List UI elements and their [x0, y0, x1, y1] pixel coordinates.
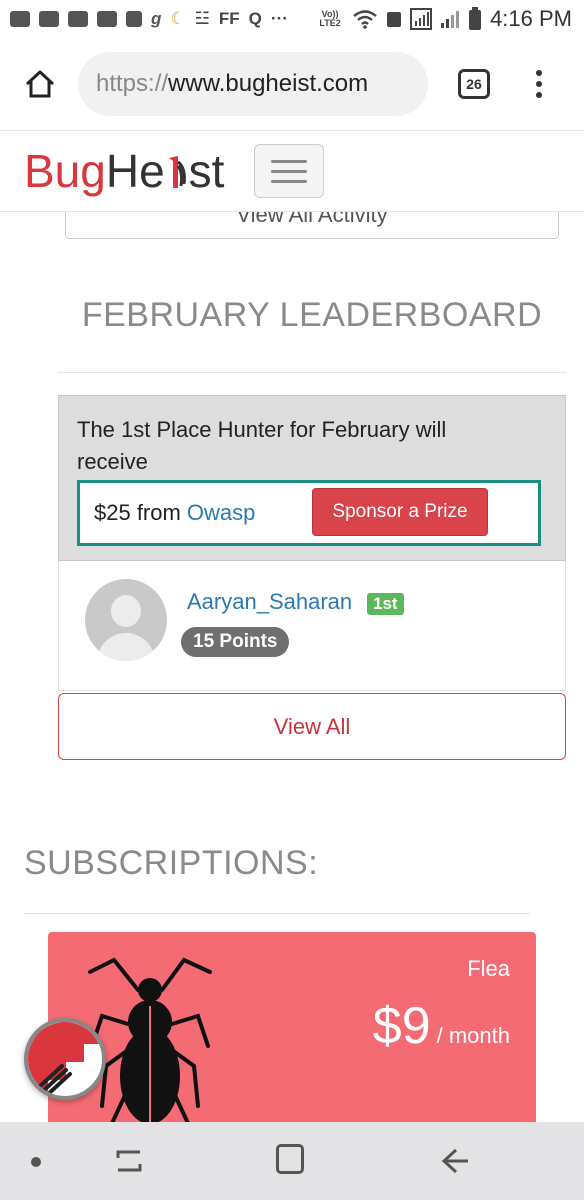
avatar — [85, 579, 167, 661]
address-bar[interactable]: https:// www.bugheist.com — [78, 52, 428, 116]
leaderboard-entry: Aaryan_Saharan 1st 15 Points — [58, 561, 566, 691]
more-notifications-icon: ··· — [270, 9, 288, 28]
plan-price: $9 / month — [373, 996, 510, 1056]
status-bar: g ☾ ☳ FF Q ··· Vo)) LTE2 4:16 PM — [0, 0, 584, 38]
logo-i-glyph — [168, 156, 186, 188]
swirl-icon: ☳ — [194, 9, 210, 28]
subscriptions-title: SUBSCRIPTIONS: — [24, 844, 319, 882]
prize-box: $25 from Owasp Sponsor a Prize — [77, 480, 541, 546]
prize-panel: The 1st Place Hunter for February will r… — [58, 395, 566, 561]
system-icons: Vo)) LTE2 4:16 PM — [316, 6, 572, 32]
wifi-icon — [353, 10, 377, 29]
logo-he: He — [105, 145, 165, 197]
signal-icon — [441, 11, 460, 28]
browser-toolbar: https:// www.bugheist.com 26 — [0, 38, 584, 130]
main-content: View All Activity FEBRUARY LEADERBOARD T… — [0, 212, 584, 1122]
site-header: Bug He st — [0, 130, 584, 212]
ff-icon: FF — [218, 9, 240, 28]
floating-logo-button[interactable] — [24, 1018, 106, 1100]
nav-dot-icon[interactable] — [31, 1157, 41, 1167]
winner-username-link[interactable]: Aaryan_Saharan — [187, 589, 352, 615]
discord-icon — [68, 11, 88, 27]
url-scheme: https:// — [96, 70, 169, 97]
dot-icon — [536, 81, 542, 87]
prize-description: The 1st Place Hunter for February will r… — [77, 417, 447, 474]
lte-indicator: Vo)) LTE2 — [319, 9, 341, 28]
home-icon — [25, 70, 55, 98]
system-nav-bar — [0, 1122, 584, 1200]
bugheist-mark-icon — [28, 1022, 102, 1096]
logo-bug: Bug — [24, 145, 106, 197]
dot-icon — [536, 70, 542, 76]
hamburger-line — [271, 179, 308, 183]
rank-badge: 1st — [367, 593, 404, 615]
dot-icon — [536, 92, 542, 98]
plan-amount: $9 — [372, 997, 431, 1055]
youtube-icon — [97, 11, 117, 27]
back-icon[interactable] — [438, 1144, 472, 1178]
notification-icons: g ☾ ☳ FF Q ··· — [10, 9, 288, 29]
subscription-plan-card[interactable]: Flea $9 / month — [48, 932, 536, 1122]
avatar-body — [97, 633, 155, 661]
facebook-icon — [126, 11, 142, 27]
battery-icon — [469, 7, 482, 30]
hamburger-line — [271, 169, 308, 173]
plan-name: Flea — [467, 956, 510, 981]
signal-icon — [410, 8, 433, 30]
logo-st: st — [188, 145, 225, 197]
message-icon — [10, 11, 30, 27]
clock: 4:16 PM — [490, 6, 572, 31]
browser-menu-button[interactable] — [534, 70, 544, 98]
nav-toggle-button[interactable] — [254, 144, 325, 198]
avatar-head — [111, 595, 141, 627]
sponsor-a-prize-button[interactable]: Sponsor a Prize — [312, 488, 488, 536]
home-nav-icon[interactable] — [276, 1144, 304, 1174]
plan-period: / month — [436, 1023, 510, 1048]
leaderboard-title: FEBRUARY LEADERBOARD — [81, 296, 543, 334]
discord-icon — [39, 11, 59, 27]
points-badge: 15 Points — [181, 627, 290, 657]
q-icon: Q — [248, 9, 262, 28]
tab-switcher-button[interactable]: 26 — [458, 69, 490, 99]
prize-amount: $25 from — [94, 500, 181, 525]
divider — [58, 372, 566, 373]
hamburger-line — [271, 159, 308, 163]
prize-sponsor-link[interactable]: Owasp — [187, 500, 255, 526]
bugheist-logo[interactable]: Bug He st — [24, 144, 224, 198]
view-all-leaderboard-button[interactable]: View All — [58, 693, 566, 760]
g-icon: g — [151, 9, 162, 28]
home-button[interactable] — [18, 62, 62, 106]
flea-icon — [88, 957, 212, 1122]
recent-apps-icon[interactable] — [112, 1144, 146, 1178]
url-host: www.bugheist.com — [168, 70, 369, 97]
crescent-icon: ☾ — [170, 9, 186, 28]
divider — [24, 913, 530, 914]
nfc-icon — [387, 12, 402, 27]
view-all-activity-button[interactable]: View All Activity — [65, 212, 559, 239]
